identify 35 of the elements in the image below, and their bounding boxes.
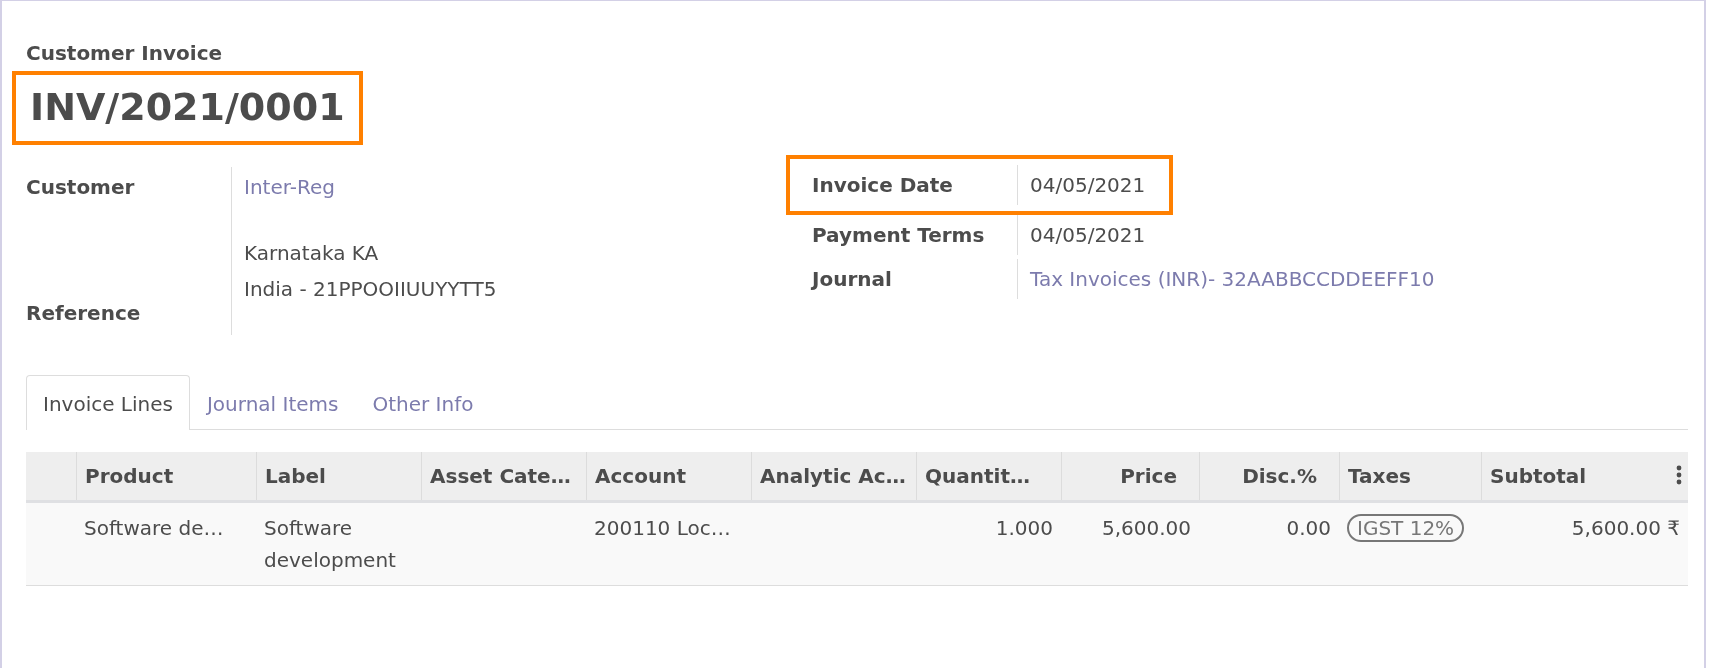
- table-cell: 1.000: [995, 516, 1053, 540]
- invoice-number: INV/2021/0001: [12, 71, 363, 145]
- tab[interactable]: Invoice Lines: [26, 375, 190, 430]
- more-options-icon[interactable]: [1676, 465, 1682, 485]
- table-cell: Software development: [264, 516, 396, 572]
- journal-link[interactable]: Tax Invoices (INR)- 32AABBCCDDEEFF10: [1017, 259, 1435, 299]
- field-label: Payment Terms: [812, 222, 986, 249]
- table-cell: 5,600.00: [1101, 516, 1191, 540]
- field-label: Reference: [26, 301, 142, 327]
- column-header[interactable]: Subtotal: [1490, 464, 1587, 488]
- column-header[interactable]: Analytic Ac…: [760, 464, 906, 488]
- table-cell: Software de…: [84, 516, 224, 540]
- column-header[interactable]: Account: [595, 464, 686, 488]
- field-label: Invoice Date: [812, 172, 954, 199]
- table-cell: 5,600.00 ₹: [1571, 516, 1680, 540]
- tax-tag: IGST 12%: [1347, 514, 1465, 542]
- field-value: 04/05/2021: [1017, 215, 1146, 255]
- column-header[interactable]: Disc.%: [1242, 464, 1317, 488]
- tab[interactable]: Other Info: [355, 375, 491, 430]
- address-line: India - 21PPOOIIUUYYTT5: [244, 276, 497, 303]
- tab[interactable]: Journal Items: [189, 375, 356, 430]
- field-label: Customer: [26, 174, 136, 201]
- column-header[interactable]: Label: [265, 464, 326, 488]
- table-cell: 0.00: [1286, 516, 1331, 540]
- field-label: Journal: [812, 266, 893, 293]
- column-header[interactable]: Asset Cate…: [430, 464, 571, 488]
- column-header[interactable]: Taxes: [1348, 464, 1411, 488]
- address-line: Karnataka KA: [244, 240, 380, 267]
- table-cell: 200110 Loc…: [594, 516, 731, 540]
- column-header[interactable]: Quantit…: [925, 464, 1030, 488]
- column-header[interactable]: Price: [1120, 464, 1177, 488]
- field-value: 04/05/2021: [1017, 165, 1146, 205]
- record-type-label: Customer Invoice: [26, 41, 223, 65]
- customer-link[interactable]: Inter-Reg: [244, 175, 335, 199]
- column-header[interactable]: Product: [85, 464, 174, 488]
